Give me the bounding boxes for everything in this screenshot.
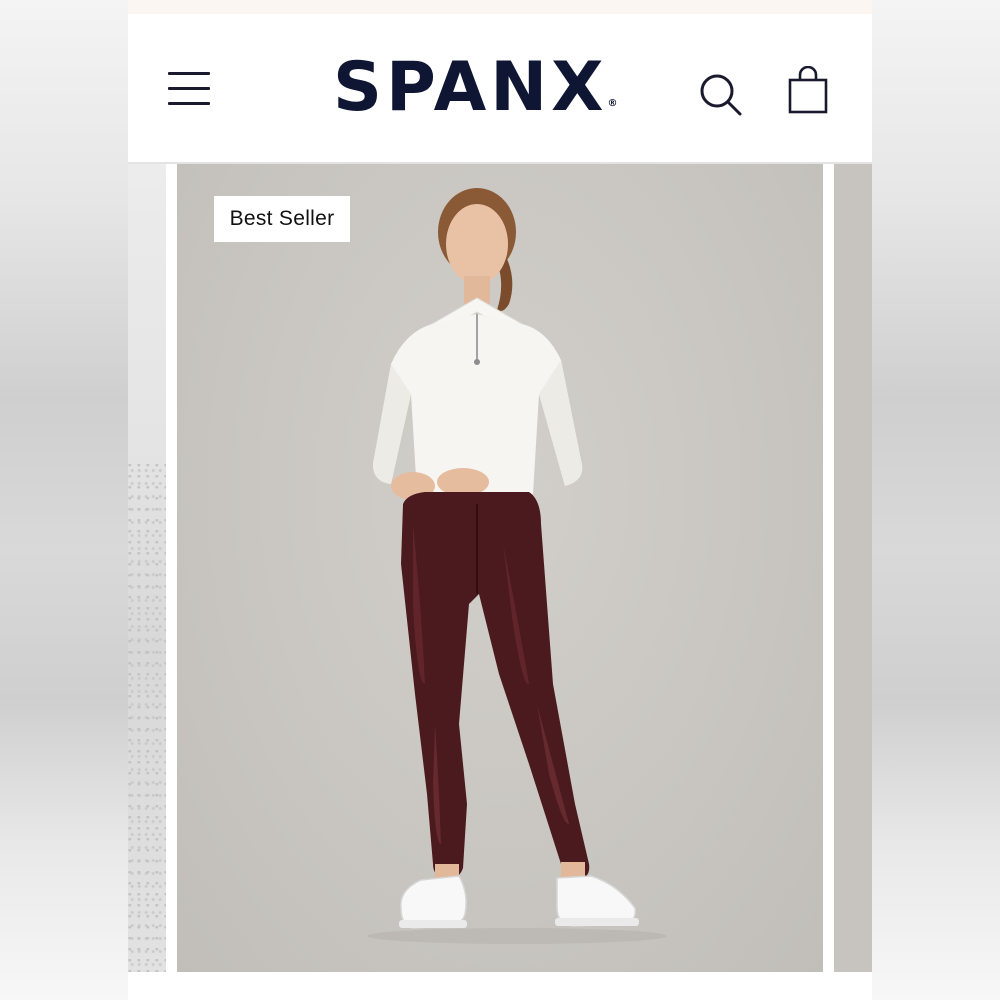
- hamburger-menu-icon[interactable]: [168, 70, 212, 106]
- promo-strip: [128, 0, 872, 14]
- shopping-bag-icon[interactable]: [786, 65, 832, 116]
- product-image-carousel[interactable]: Best Seller: [128, 164, 872, 972]
- next-slide-peek[interactable]: [834, 164, 872, 972]
- best-seller-badge: Best Seller: [214, 196, 350, 242]
- registered-mark: ®: [607, 98, 618, 109]
- search-icon[interactable]: [698, 72, 744, 118]
- model-illustration: [367, 188, 667, 944]
- mobile-page: SPANX® Best Seller: [128, 0, 872, 1000]
- product-hero-image[interactable]: Best Seller: [177, 164, 823, 972]
- page-continuation: [128, 972, 872, 1000]
- brand-name: SPANX: [333, 48, 608, 127]
- previous-slide-peek[interactable]: [128, 164, 166, 972]
- site-header: SPANX®: [128, 14, 872, 164]
- brand-logo[interactable]: SPANX®: [333, 48, 663, 128]
